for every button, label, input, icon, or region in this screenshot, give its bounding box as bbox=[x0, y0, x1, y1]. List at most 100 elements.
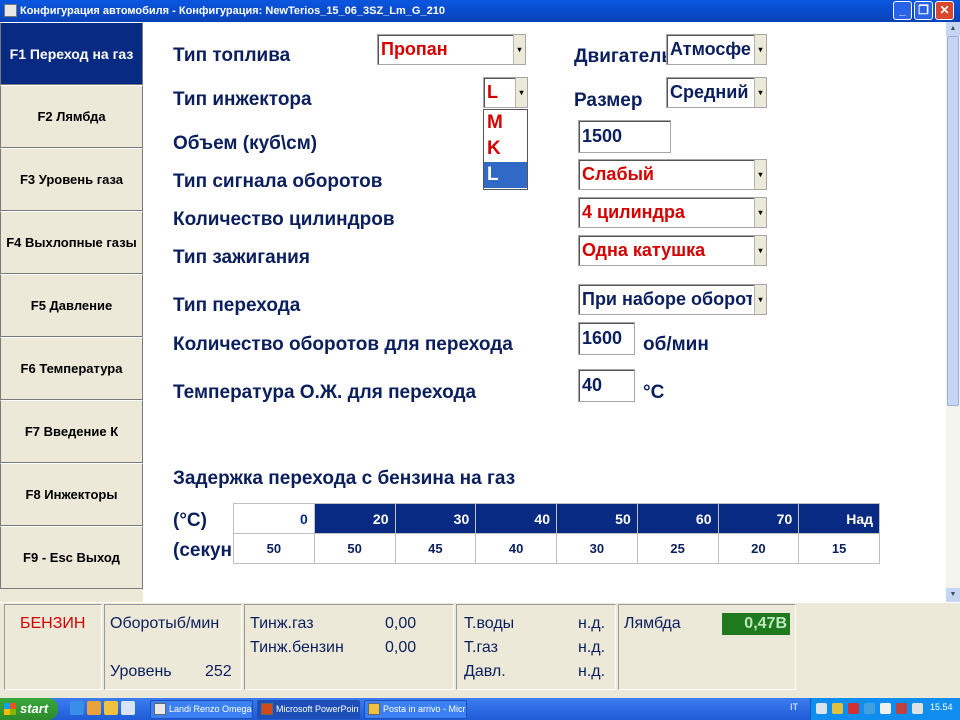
ignition-value: Одна катушка bbox=[582, 240, 706, 260]
rpm-signal-select[interactable]: Слабый ▾ bbox=[578, 159, 767, 190]
tinj-gas-value: 0,00 bbox=[385, 615, 417, 632]
fkey-f2-lambda[interactable]: F2 Лямбда bbox=[0, 85, 143, 148]
switch-type-value: При наборе оборот bbox=[582, 289, 752, 309]
tray-app-icon[interactable] bbox=[880, 703, 891, 714]
powerpoint-icon bbox=[261, 703, 273, 715]
injector-type-dropdown-list: M K L bbox=[483, 109, 528, 190]
delay-temp-cell[interactable]: 50 bbox=[556, 503, 638, 534]
fkey-f4-exhaust[interactable]: F4 Выхлопные газы bbox=[0, 211, 143, 274]
cylinders-value: 4 цилиндра bbox=[582, 202, 685, 222]
rpm-signal-label: Тип сигнала оборотов bbox=[173, 171, 383, 192]
tray-app-icon[interactable] bbox=[816, 703, 827, 714]
delay-row-temp-label: (°C) bbox=[173, 510, 207, 531]
delay-seconds-cell[interactable]: 25 bbox=[636, 533, 719, 564]
fkey-f3-gas-level[interactable]: F3 Уровень газа bbox=[0, 148, 143, 211]
delay-seconds-cell[interactable]: 15 bbox=[798, 533, 880, 564]
dropdown-arrow-icon[interactable]: ▾ bbox=[754, 285, 766, 314]
pressure-value: н.д. bbox=[578, 663, 606, 680]
fuel-mode-indicator: БЕНЗИН bbox=[20, 615, 86, 632]
delay-row-seconds-label: (секун bbox=[173, 540, 233, 561]
fkey-f8-injectors[interactable]: F8 Инжекторы bbox=[0, 463, 143, 526]
injector-type-label: Тип инжектора bbox=[173, 89, 312, 110]
switch-rpm-input[interactable]: 1600 bbox=[578, 322, 635, 355]
delay-temp-cell[interactable]: 60 bbox=[636, 503, 719, 534]
delay-seconds-cell[interactable]: 20 bbox=[717, 533, 800, 564]
folder-icon[interactable] bbox=[104, 701, 118, 715]
switch-type-select[interactable]: При наборе оборот ▾ bbox=[578, 284, 767, 315]
tray-app-icon[interactable] bbox=[896, 703, 907, 714]
ignition-select[interactable]: Одна катушка ▾ bbox=[578, 235, 767, 266]
scroll-up-icon[interactable]: ▲ bbox=[946, 22, 960, 36]
language-indicator[interactable]: IT bbox=[790, 702, 798, 712]
injector-option-k[interactable]: K bbox=[484, 136, 527, 162]
dropdown-arrow-icon[interactable]: ▾ bbox=[754, 160, 766, 189]
show-desktop-icon[interactable] bbox=[121, 701, 135, 715]
dropdown-arrow-icon[interactable]: ▾ bbox=[754, 35, 766, 64]
dropdown-arrow-icon[interactable]: ▾ bbox=[513, 35, 525, 64]
fkey-f9-exit[interactable]: F9 - Esc Выход bbox=[0, 526, 143, 589]
size-label: Размер bbox=[574, 90, 643, 111]
delay-seconds-cell[interactable]: 50 bbox=[233, 533, 315, 564]
level-label: Уровень bbox=[110, 663, 172, 680]
injector-type-select[interactable]: L ▾ bbox=[483, 77, 528, 108]
windows-logo-icon bbox=[4, 703, 16, 715]
fkey-f1-gas-switch[interactable]: F1 Переход на газ bbox=[0, 22, 143, 85]
tinj-petrol-label: Тинж.бензин bbox=[250, 639, 344, 656]
engine-select[interactable]: Атмосфе ▾ bbox=[666, 34, 767, 65]
fkey-f5-pressure[interactable]: F5 Давление bbox=[0, 274, 143, 337]
injector-option-l[interactable]: L bbox=[484, 162, 527, 188]
fkey-f6-temperature[interactable]: F6 Температура bbox=[0, 337, 143, 400]
close-button[interactable]: ✕ bbox=[935, 1, 954, 20]
delay-seconds-cell[interactable]: 40 bbox=[475, 533, 557, 564]
delay-seconds-cell[interactable]: 50 bbox=[313, 533, 396, 564]
pressure-label: Давл. bbox=[464, 663, 506, 680]
engine-value: Атмосфе bbox=[670, 39, 751, 59]
delay-temp-cell[interactable]: Над bbox=[798, 503, 880, 534]
delay-temp-cell[interactable]: 30 bbox=[394, 503, 477, 534]
start-button[interactable]: start bbox=[0, 698, 58, 720]
level-value: 252 bbox=[205, 663, 232, 680]
water-temp-label: Т.воды bbox=[464, 615, 515, 632]
injector-option-m[interactable]: M bbox=[484, 110, 527, 136]
delay-seconds-cell[interactable]: 45 bbox=[394, 533, 477, 564]
mail-icon bbox=[368, 703, 380, 715]
delay-temp-cell[interactable]: 0 bbox=[233, 503, 315, 534]
cylinders-select[interactable]: 4 цилиндра ▾ bbox=[578, 197, 767, 228]
delay-temp-cell[interactable]: 20 bbox=[313, 503, 396, 534]
tray-app-icon[interactable] bbox=[864, 703, 875, 714]
tinj-petrol-value: 0,00 bbox=[385, 639, 417, 656]
volume-input[interactable]: 1500 bbox=[578, 120, 671, 153]
outlook-icon[interactable] bbox=[87, 701, 101, 715]
taskbar-item-powerpoint[interactable]: Microsoft PowerPoint ... bbox=[257, 700, 360, 719]
scroll-down-icon[interactable]: ▼ bbox=[946, 588, 960, 602]
switch-temp-label: Температура О.Ж. для перехода bbox=[173, 382, 477, 403]
dropdown-arrow-icon[interactable]: ▾ bbox=[754, 78, 766, 107]
dropdown-arrow-icon[interactable]: ▾ bbox=[754, 236, 766, 265]
delay-seconds-cell[interactable]: 30 bbox=[556, 533, 638, 564]
start-label: start bbox=[20, 701, 49, 716]
fuel-type-select[interactable]: Пропан ▾ bbox=[377, 34, 526, 65]
taskbar-item-mail[interactable]: Posta in arrivo - Micro... bbox=[364, 700, 467, 719]
taskbar-item-label: Microsoft PowerPoint ... bbox=[276, 704, 360, 714]
water-temp-value: н.д. bbox=[578, 615, 606, 632]
engine-label: Двигатель bbox=[574, 46, 666, 67]
size-select[interactable]: Средний ▾ bbox=[666, 77, 767, 108]
switch-type-label: Тип перехода bbox=[173, 295, 301, 316]
delay-temp-cell[interactable]: 70 bbox=[717, 503, 800, 534]
maximize-button[interactable]: ❐ bbox=[914, 1, 933, 20]
dropdown-arrow-icon[interactable]: ▾ bbox=[515, 78, 527, 107]
minimize-button[interactable]: _ bbox=[893, 1, 912, 20]
fkey-f7-k-input[interactable]: F7 Введение К bbox=[0, 400, 143, 463]
tray-app-icon[interactable] bbox=[832, 703, 843, 714]
volume-icon[interactable] bbox=[912, 703, 923, 714]
scrollbar-thumb[interactable] bbox=[947, 36, 959, 406]
taskbar-item-landi-renzo[interactable]: Landi Renzo Omegas bbox=[150, 700, 253, 719]
switch-temp-input[interactable]: 40 bbox=[578, 369, 635, 402]
dropdown-arrow-icon[interactable]: ▾ bbox=[754, 198, 766, 227]
internet-explorer-icon[interactable] bbox=[70, 701, 84, 715]
delay-temp-cell[interactable]: 40 bbox=[475, 503, 557, 534]
rpm-signal-value: Слабый bbox=[582, 164, 654, 184]
tray-app-icon[interactable] bbox=[848, 703, 859, 714]
delay-table: 0 20 30 40 50 60 70 Над 50 50 45 40 30 2… bbox=[233, 503, 880, 564]
volume-label: Объем (куб\см) bbox=[173, 133, 318, 154]
